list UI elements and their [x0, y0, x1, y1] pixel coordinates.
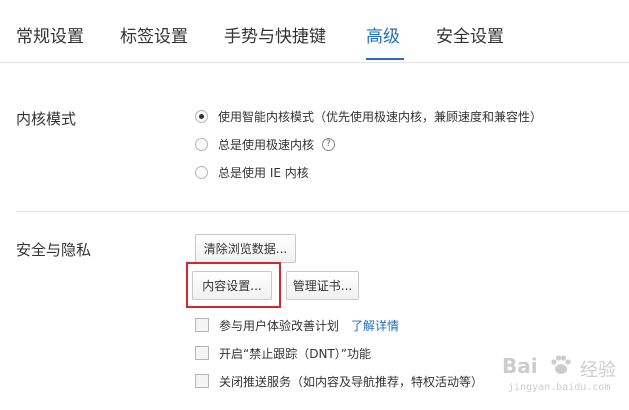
radio-speed-kernel[interactable]: 总是使用极速内核 ? — [195, 135, 336, 153]
section-title-security-privacy: 安全与隐私 — [16, 241, 92, 259]
tab-gestures-shortcuts[interactable]: 手势与快捷键 — [224, 26, 326, 48]
checkbox-label: 开启“禁止跟踪（DNT）”功能 — [219, 346, 371, 361]
watermark-url: jingyan.baidu.com — [508, 382, 611, 393]
tab-divider — [0, 62, 629, 63]
learn-more-link[interactable]: 了解详情 — [351, 317, 399, 334]
help-icon[interactable]: ? — [322, 137, 336, 151]
checkbox-disable-push[interactable]: 关闭推送服务（如内容及导航推荐，特权活动等） — [195, 372, 483, 390]
tab-general[interactable]: 常规设置 — [16, 26, 84, 48]
radio-smart-kernel[interactable]: 使用智能内核模式（优先使用极速内核，兼顾速度和兼容性） — [195, 107, 542, 125]
paw-icon — [548, 352, 574, 382]
radio-button[interactable] — [195, 165, 208, 179]
radio-label: 总是使用极速内核 — [218, 137, 315, 152]
checkbox-do-not-track[interactable]: 开启“禁止跟踪（DNT）”功能 — [195, 344, 371, 362]
tab-advanced[interactable]: 高级 — [366, 26, 400, 48]
settings-tab-bar: 常规设置 标签设置 手势与快捷键 高级 安全设置 — [0, 0, 629, 62]
radio-button[interactable] — [195, 109, 208, 123]
radio-label: 总是使用 IE 内核 — [218, 165, 309, 180]
checkbox-label: 参与用户体验改善计划 — [219, 318, 340, 333]
watermark-logo-text: Bai — [502, 354, 538, 378]
checkbox-ux-improvement[interactable]: 参与用户体验改善计划 了解详情 — [195, 316, 399, 334]
checkbox[interactable] — [195, 346, 209, 360]
clear-browsing-data-button[interactable]: 清除浏览数据... — [195, 234, 296, 263]
tab-security[interactable]: 安全设置 — [436, 26, 504, 48]
baidu-jingyan-watermark: Bai 经验 jingyan.baidu.com — [502, 350, 622, 400]
tab-tabs[interactable]: 标签设置 — [120, 26, 188, 48]
radio-label: 使用智能内核模式（优先使用极速内核，兼顾速度和兼容性） — [218, 109, 543, 124]
radio-button[interactable] — [195, 137, 208, 151]
content-settings-button[interactable]: 内容设置... — [192, 271, 272, 300]
radio-ie-kernel[interactable]: 总是使用 IE 内核 — [195, 163, 309, 181]
checkbox-label: 关闭推送服务（如内容及导航推荐，特权活动等） — [219, 374, 484, 389]
checkbox[interactable] — [195, 374, 209, 388]
section-divider — [16, 211, 629, 212]
watermark-brand-text: 经验 — [580, 360, 616, 381]
manage-certificates-button[interactable]: 管理证书... — [286, 271, 359, 300]
section-title-kernel: 内核模式 — [16, 110, 77, 128]
checkbox[interactable] — [195, 318, 209, 332]
active-tab-indicator — [366, 58, 404, 60]
